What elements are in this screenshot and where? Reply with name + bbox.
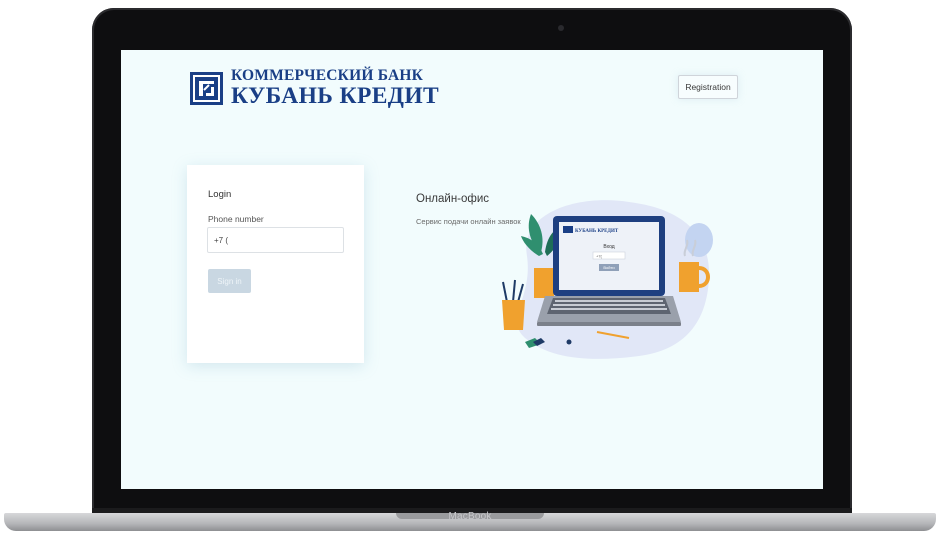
illustration-laptop: КУБАНЬ КРЕДИТ Вход +7( Войти [537, 216, 681, 326]
bank-logo-text: КОММЕРЧЕСКИЙ БАНК КУБАНЬ КРЕДИТ [231, 68, 439, 108]
bank-logo[interactable]: КОММЕРЧЕСКИЙ БАНК КУБАНЬ КРЕДИТ [190, 68, 439, 108]
registration-button[interactable]: Registration [678, 75, 738, 99]
login-card: Login Phone number Sign in [187, 165, 364, 363]
screen: КОММЕРЧЕСКИЙ БАНК КУБАНЬ КРЕДИТ Registra… [121, 50, 823, 489]
office-title: Онлайн-офис [416, 193, 490, 205]
camera [558, 25, 564, 31]
mini-signin-button: Войти [603, 265, 614, 270]
pencil-cup-icon [502, 279, 525, 330]
mini-login-title: Вход [603, 244, 614, 250]
mini-logo-text: КУБАНЬ КРЕДИТ [575, 229, 619, 234]
sign-in-button[interactable]: Sign in [208, 269, 251, 293]
laptop-illustration: КУБАНЬ КРЕДИТ Вход +7( Войти [502, 200, 713, 359]
device-label: MacBook [448, 511, 492, 522]
logo-line-2: КУБАНЬ КРЕДИТ [231, 82, 440, 109]
login-title: Login [208, 189, 232, 200]
bank-logo-icon [190, 71, 223, 105]
mini-phone-input: +7( [596, 254, 603, 259]
phone-label: Phone number [208, 214, 264, 224]
logo-line-1: КОММЕРЧЕСКИЙ БАНК [231, 67, 424, 84]
phone-input[interactable] [207, 227, 344, 253]
